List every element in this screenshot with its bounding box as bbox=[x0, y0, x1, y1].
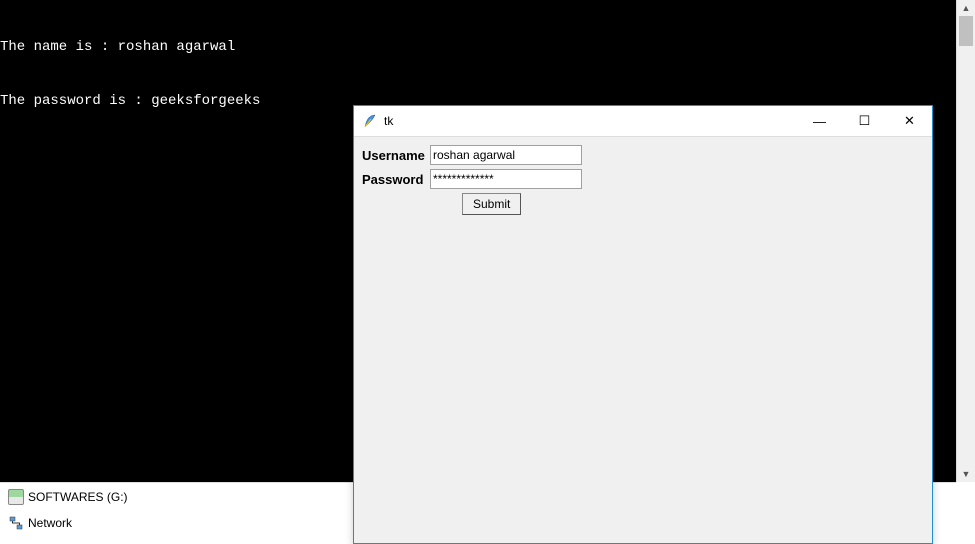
tk-window: tk — ☐ ✕ Username Password Submit bbox=[353, 105, 933, 544]
scroll-up-arrow-icon[interactable]: ▲ bbox=[957, 0, 975, 16]
username-input[interactable] bbox=[430, 145, 582, 165]
submit-button[interactable]: Submit bbox=[462, 193, 521, 215]
tk-window-controls: — ☐ ✕ bbox=[797, 106, 932, 136]
scrollbar-thumb[interactable] bbox=[959, 16, 973, 46]
submit-row: Submit bbox=[362, 193, 924, 215]
terminal-line-1: The name is : roshan agarwal bbox=[0, 38, 956, 56]
tk-form: Username Password Submit bbox=[354, 137, 932, 223]
username-row: Username bbox=[362, 145, 924, 165]
tk-titlebar[interactable]: tk — ☐ ✕ bbox=[354, 106, 932, 137]
tk-feather-icon bbox=[362, 113, 378, 129]
minimize-button[interactable]: — bbox=[797, 106, 842, 136]
tk-window-title: tk bbox=[384, 114, 797, 128]
network-icon bbox=[8, 515, 24, 531]
terminal-scrollbar[interactable]: ▲ ▼ bbox=[956, 0, 975, 482]
username-label: Username bbox=[362, 148, 430, 163]
network-label: Network bbox=[28, 516, 72, 530]
close-button[interactable]: ✕ bbox=[887, 106, 932, 136]
drive-label: SOFTWARES (G:) bbox=[28, 490, 128, 504]
password-label: Password bbox=[362, 172, 430, 187]
password-input[interactable] bbox=[430, 169, 582, 189]
scroll-down-arrow-icon[interactable]: ▼ bbox=[957, 466, 975, 482]
drive-icon bbox=[8, 489, 24, 505]
password-row: Password bbox=[362, 169, 924, 189]
maximize-button[interactable]: ☐ bbox=[842, 106, 887, 136]
